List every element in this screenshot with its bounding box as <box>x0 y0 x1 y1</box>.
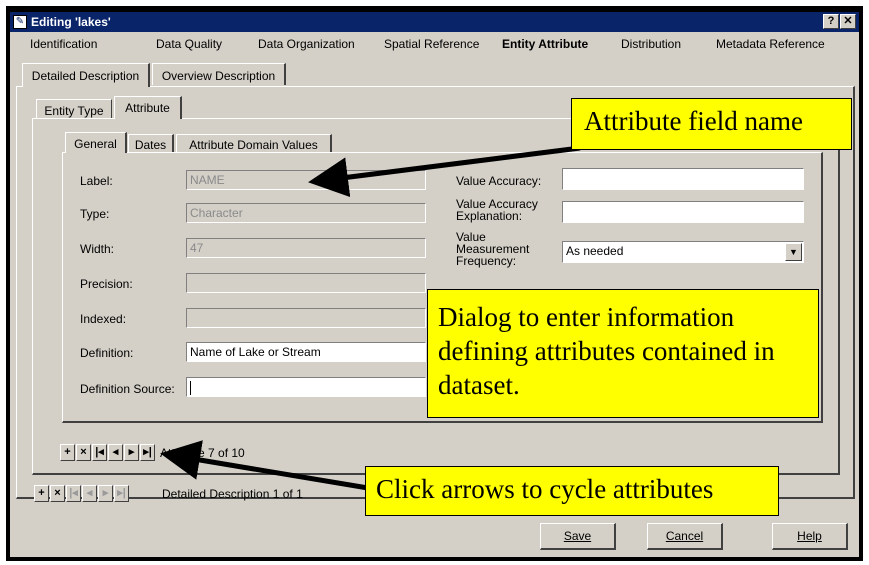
arrow-to-label-field <box>308 145 581 198</box>
callout-dialog: Dialog to enter information defining att… <box>427 289 819 418</box>
callout-arrows: Click arrows to cycle attributes <box>365 466 779 516</box>
arrow-to-attribute-nav <box>160 440 381 493</box>
callout-field-name: Attribute field name <box>571 98 852 150</box>
